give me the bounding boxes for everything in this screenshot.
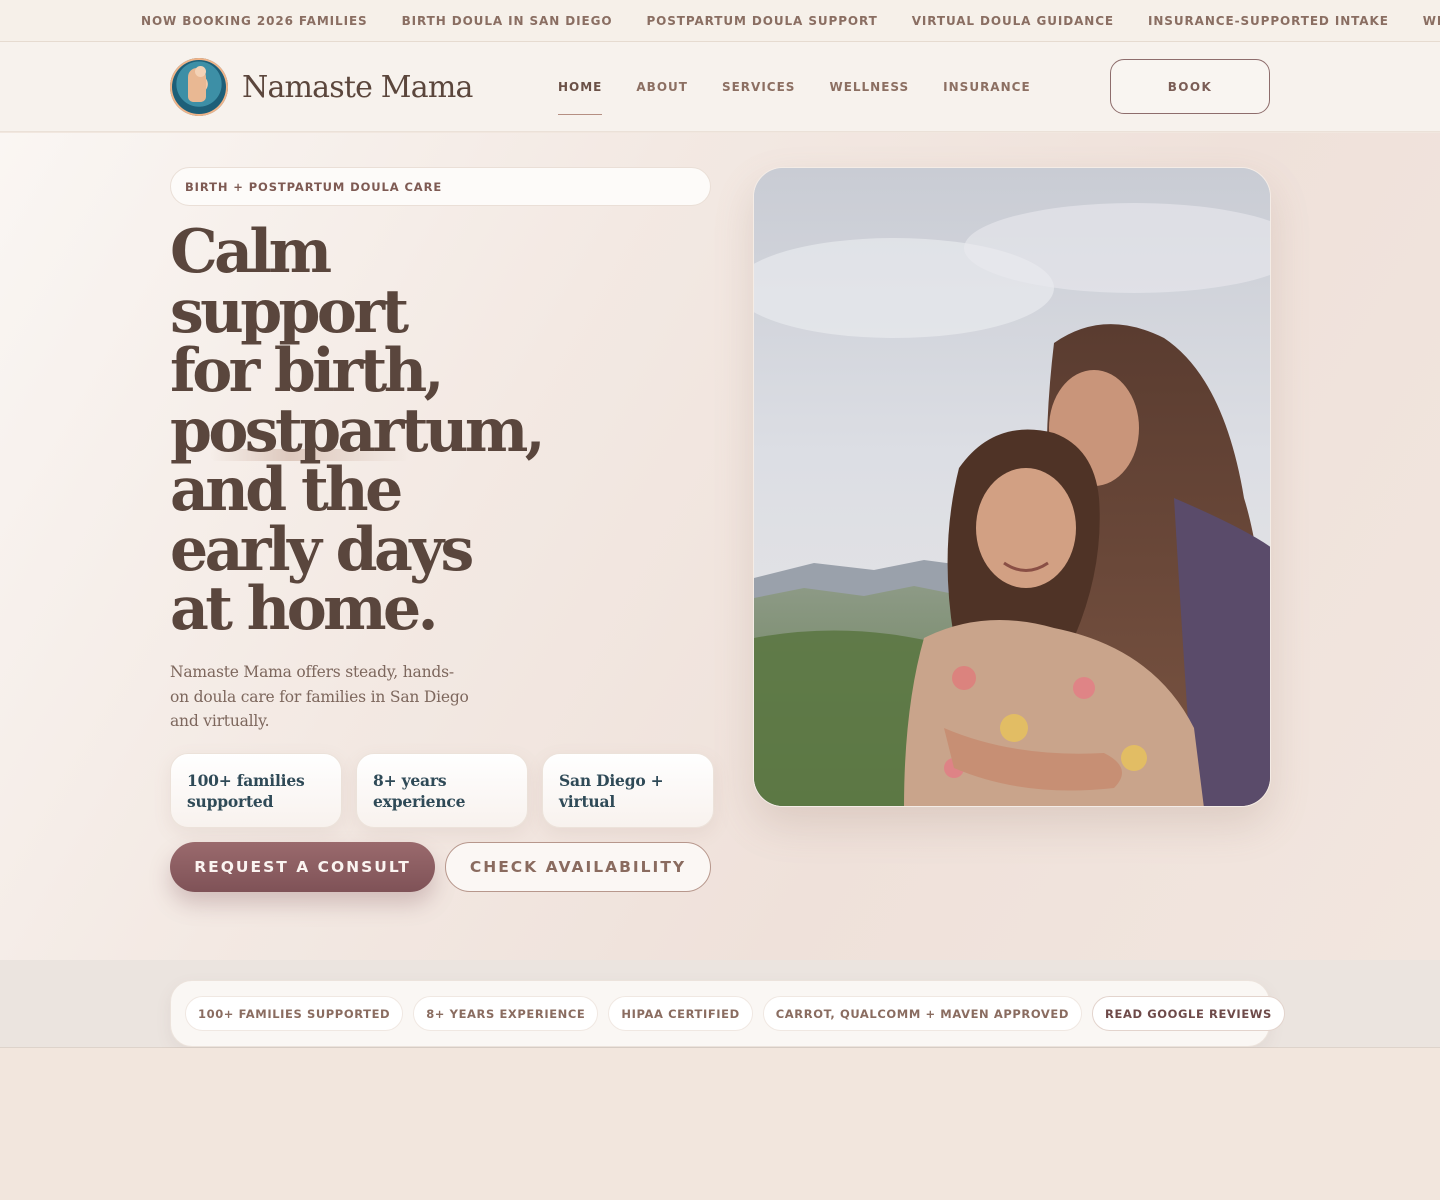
ticker-item: INSURANCE-SUPPORTED INTAKE (1148, 14, 1389, 28)
main-nav: HOME ABOUT SERVICES WELLNESS INSURANCE (558, 42, 1031, 132)
hero-headline: Calm support for birth, postpartum, and … (170, 217, 730, 644)
ticker-item: WELLNESS (1422, 14, 1440, 28)
trust-band: 100+ FAMILIES SUPPORTED 8+ YEARS EXPERIE… (0, 960, 1440, 1048)
site-header: Namaste Mama HOME ABOUT SERVICES WELLNES… (0, 42, 1440, 132)
headline-line: at home. (170, 574, 438, 644)
mother-child-logo-icon (170, 58, 228, 116)
hero-section: BIRTH + POSTPARTUM DOULA CARE Calm suppo… (0, 133, 1440, 960)
ticker-item: VIRTUAL DOULA GUIDANCE (911, 14, 1114, 28)
headline-line: Calm (170, 217, 332, 287)
trust-pill: HIPAA CERTIFIED (608, 996, 753, 1031)
headline-line: postpartum, (170, 395, 546, 466)
headline-line: support (170, 276, 409, 347)
book-button[interactable]: BOOK (1110, 59, 1270, 114)
hero-photo-mother-daughter (753, 167, 1271, 807)
nav-about[interactable]: ABOUT (636, 74, 688, 100)
nav-wellness[interactable]: WELLNESS (829, 74, 909, 100)
stat-location: San Diego + virtual (542, 753, 714, 828)
check-availability-button[interactable]: CHECK AVAILABILITY (445, 842, 711, 892)
google-reviews-link[interactable]: READ GOOGLE REVIEWS (1092, 996, 1285, 1031)
nav-home[interactable]: HOME (558, 74, 603, 115)
hero-badge: BIRTH + POSTPARTUM DOULA CARE (170, 167, 711, 206)
trust-pill: 8+ YEARS EXPERIENCE (413, 996, 599, 1031)
ticker-item: POSTPARTUM DOULA SUPPORT (646, 14, 878, 28)
hero-stats: 100+ families supported 8+ years experie… (170, 753, 714, 828)
trust-pill: 100+ FAMILIES SUPPORTED (185, 996, 404, 1031)
request-consult-button[interactable]: REQUEST A CONSULT (170, 842, 435, 892)
headline-line: and the (170, 455, 403, 525)
headline-line: for birth, (170, 336, 445, 406)
stat-families: 100+ families supported (170, 753, 342, 828)
ticker-track: NOW BOOKING 2026 FAMILIES BIRTH DOULA IN… (141, 0, 1440, 41)
ticker-item: BIRTH DOULA IN SAN DIEGO (401, 14, 613, 28)
announcement-ticker: NOW BOOKING 2026 FAMILIES BIRTH DOULA IN… (0, 0, 1440, 42)
headline-line: early days (170, 514, 474, 585)
brand-logo-link[interactable]: Namaste Mama (170, 58, 473, 116)
brand-name: Namaste Mama (242, 69, 473, 105)
trust-card: 100+ FAMILIES SUPPORTED 8+ YEARS EXPERIE… (170, 980, 1285, 1047)
page-below-fold (0, 1048, 1440, 1200)
hero-lead: Namaste Mama offers steady, hands-on dou… (170, 663, 469, 730)
nav-insurance[interactable]: INSURANCE (943, 74, 1030, 100)
stat-experience: 8+ years experience (356, 753, 528, 828)
nav-services[interactable]: SERVICES (722, 74, 795, 100)
ticker-item: NOW BOOKING 2026 FAMILIES (141, 14, 368, 28)
trust-pill: CARROT, QUALCOMM + MAVEN APPROVED (762, 996, 1083, 1031)
